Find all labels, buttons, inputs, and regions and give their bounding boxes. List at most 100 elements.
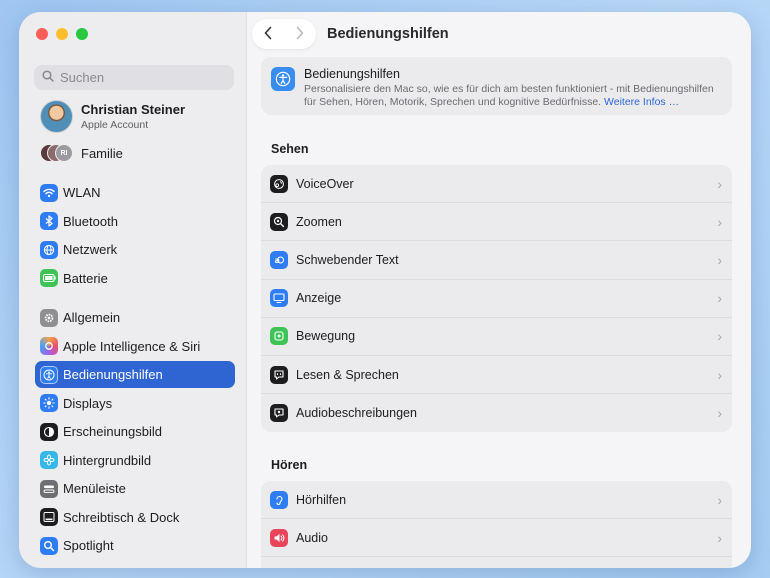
row-anzeige[interactable]: Anzeige › <box>261 280 732 318</box>
sidebar-item-label: Batterie <box>63 270 108 286</box>
row-lesen-sprechen[interactable]: Lesen & Sprechen › <box>261 356 732 395</box>
family-badge: RI <box>55 144 73 162</box>
forward-button[interactable] <box>284 24 316 45</box>
appearance-icon <box>40 422 58 441</box>
sidebar-item-label: WLAN <box>63 185 101 200</box>
row-label: Lesen & Sprechen <box>296 367 399 382</box>
account-subtitle: Apple Account <box>81 119 149 131</box>
sidebar-item-netzwerk[interactable]: Netzwerk <box>35 236 235 263</box>
content-pane: Bedienungshilfen Bedienungshilfen Person… <box>248 12 751 568</box>
row-label: Audio <box>296 530 328 545</box>
accessibility-icon <box>271 67 295 91</box>
wifi-icon <box>40 183 58 202</box>
sidebar-item-label: Bedienungshilfen <box>63 367 163 382</box>
sidebar-item-bedienungshilfen[interactable]: Bedienungshilfen <box>35 361 235 388</box>
chevron-right-icon: › <box>717 491 722 508</box>
row-hoerhilfen[interactable]: Hörhilfen › <box>261 481 732 520</box>
dock-icon <box>40 508 58 526</box>
chevron-right-icon: › <box>717 290 722 307</box>
row-voiceover[interactable]: VoiceOver › <box>261 165 732 204</box>
voiceover-icon <box>270 174 288 193</box>
chevron-right-icon: › <box>717 328 722 345</box>
sidebar-item-label: Bluetooth <box>63 213 118 229</box>
account-row[interactable]: Christian Steiner Apple Account <box>40 100 185 133</box>
sidebar: Christian Steiner Apple Account RI Famil… <box>19 12 247 568</box>
hover-text-icon: a <box>270 250 288 269</box>
sidebar-item-apple-intelligence-siri[interactable]: Apple Intelligence & Siri <box>35 333 235 360</box>
chevron-right-icon: › <box>717 251 722 268</box>
family-avatars: RI <box>40 144 73 162</box>
sidebar-item-displays[interactable]: Displays <box>35 390 235 417</box>
family-label: Familie <box>81 145 123 161</box>
row-label: Anzeige <box>296 291 342 306</box>
sidebar-item-label: Allgemein <box>63 310 121 325</box>
navigation-buttons <box>252 19 316 49</box>
header-title: Bedienungshilfen <box>304 67 400 81</box>
section-title-sehen: Sehen <box>271 142 309 156</box>
flower-icon <box>40 451 58 469</box>
section-title-hoeren: Hören <box>271 458 308 472</box>
family-row[interactable]: RI Familie <box>40 144 123 162</box>
row-audiobeschreibungen[interactable]: Audiobeschreibungen › <box>261 394 732 432</box>
zoom-icon <box>270 212 288 231</box>
row-label: Audiobeschreibungen <box>296 406 417 421</box>
sidebar-item-label: Spotlight <box>63 538 114 553</box>
sidebar-item-spotlight[interactable]: Spotlight <box>35 532 235 559</box>
sidebar-item-hintergrundbild[interactable]: Hintergrundbild <box>35 447 235 474</box>
back-button[interactable] <box>252 24 284 45</box>
avatar <box>40 100 73 133</box>
close-button[interactable] <box>36 28 48 40</box>
row-bewegung[interactable]: Bewegung › <box>261 318 732 356</box>
row-label: Bewegung <box>296 329 356 344</box>
sidebar-item-erscheinungsbild[interactable]: Erscheinungsbild <box>35 418 235 445</box>
row-audio[interactable]: Audio › <box>261 519 732 558</box>
minimize-button[interactable] <box>56 28 68 40</box>
display-icon <box>270 289 288 308</box>
chevron-right-icon: › <box>717 366 722 383</box>
chevron-right-icon: › <box>717 175 722 192</box>
bluetooth-icon <box>40 212 58 230</box>
search-field[interactable] <box>34 65 234 90</box>
sidebar-item-label: Apple Intelligence & Siri <box>63 338 201 354</box>
sidebar-item-schreibtisch-dock[interactable]: Schreibtisch & Dock <box>35 504 235 531</box>
row-label: Schwebender Text <box>296 252 399 267</box>
page-title: Bedienungshilfen <box>327 26 449 42</box>
chevron-right-icon <box>296 26 304 39</box>
settings-window: Christian Steiner Apple Account RI Famil… <box>19 12 751 568</box>
chevron-right-icon: › <box>717 405 722 422</box>
search-icon <box>42 70 54 85</box>
sidebar-item-label: Schreibtisch & Dock <box>63 509 180 525</box>
sun-icon <box>40 394 58 412</box>
sidebar-item-menueleiste[interactable]: Menüleiste <box>35 475 235 502</box>
sidebar-item-wlan[interactable]: WLAN <box>35 179 235 206</box>
globe-icon <box>40 240 58 259</box>
gear-icon <box>40 308 58 327</box>
row-schwebender-text[interactable]: a Schwebender Text › <box>261 241 732 280</box>
search-input[interactable] <box>60 70 220 85</box>
row-label: Zoomen <box>296 214 342 229</box>
speaker-icon <box>270 528 288 547</box>
zoom-button[interactable] <box>76 28 88 40</box>
accessibility-icon <box>40 365 58 384</box>
row-partial[interactable] <box>261 557 732 568</box>
magnifier-icon <box>40 536 58 555</box>
row-label: Hörhilfen <box>296 492 347 507</box>
window-controls <box>36 28 88 40</box>
sidebar-item-bluetooth[interactable]: Bluetooth <box>35 208 235 235</box>
sidebar-item-label: Hintergrundbild <box>63 452 152 468</box>
sidebar-item-label: Menüleiste <box>63 481 126 496</box>
ear-icon <box>270 490 288 509</box>
learn-more-link[interactable]: Weitere Infos … <box>604 96 679 108</box>
sidebar-item-label: Erscheinungsbild <box>63 424 163 439</box>
audio-description-icon <box>270 404 288 423</box>
group-hoeren: Hörhilfen › Audio › <box>261 481 732 568</box>
row-zoomen[interactable]: Zoomen › <box>261 203 732 242</box>
battery-icon <box>40 269 58 287</box>
row-label: VoiceOver <box>296 176 354 191</box>
sidebar-item-label: Displays <box>63 395 113 411</box>
chevron-left-icon <box>264 26 272 39</box>
sidebar-item-batterie[interactable]: Batterie <box>35 265 235 292</box>
chevron-right-icon: › <box>717 529 722 546</box>
sidebar-item-allgemein[interactable]: Allgemein <box>35 304 235 331</box>
chevron-right-icon: › <box>717 213 722 230</box>
